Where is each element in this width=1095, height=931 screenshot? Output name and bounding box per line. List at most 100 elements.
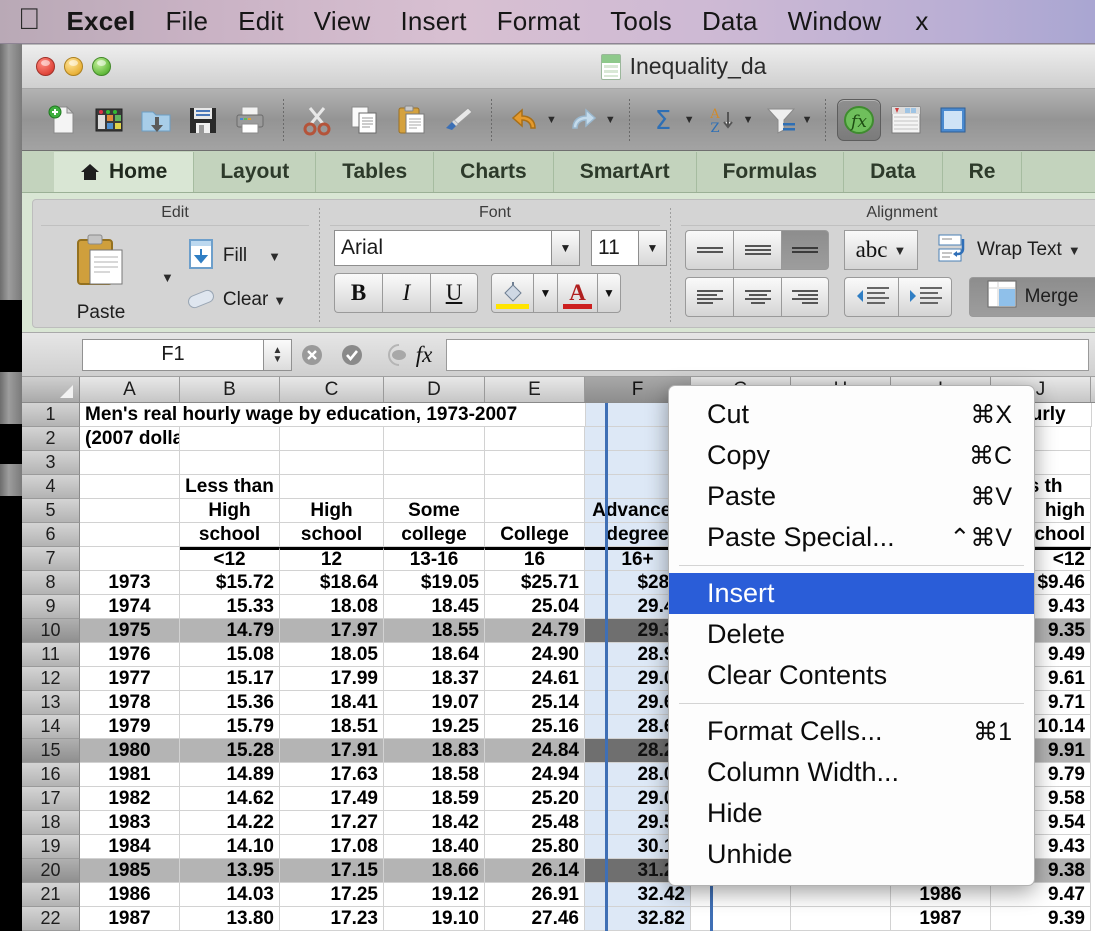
cell-C8[interactable]: $18.64 bbox=[280, 571, 384, 595]
autosum-dropdown-icon[interactable]: ▼ bbox=[684, 114, 695, 126]
cell-a5[interactable] bbox=[80, 499, 180, 523]
copy-icon[interactable] bbox=[342, 98, 386, 142]
apple-logo-icon[interactable]:  bbox=[18, 4, 41, 35]
cell-B12[interactable]: 15.17 bbox=[180, 667, 280, 691]
cell-d6[interactable]: college bbox=[384, 523, 485, 547]
cut-scissors-icon[interactable] bbox=[295, 98, 339, 142]
cell-c6[interactable]: school bbox=[280, 523, 384, 547]
cell-G21[interactable] bbox=[691, 883, 791, 907]
cell-E16[interactable]: 24.94 bbox=[485, 763, 585, 787]
open-folder-icon[interactable] bbox=[134, 98, 178, 142]
media-browser-icon[interactable] bbox=[931, 98, 975, 142]
cell-C9[interactable]: 18.08 bbox=[280, 595, 384, 619]
cell-C17[interactable]: 17.49 bbox=[280, 787, 384, 811]
cell-a2-subtitle[interactable]: (2007 dollars) bbox=[80, 427, 180, 451]
formula-builder-button[interactable]: fx bbox=[372, 342, 446, 368]
align-bottom-button[interactable] bbox=[781, 230, 829, 270]
cell-A20[interactable]: 1985 bbox=[80, 859, 180, 883]
cell-E15[interactable]: 24.84 bbox=[485, 739, 585, 763]
row-header-19[interactable]: 19 bbox=[22, 835, 80, 859]
row-header-5[interactable]: 5 bbox=[22, 499, 80, 523]
cell-B19[interactable]: 14.10 bbox=[180, 835, 280, 859]
clear-control[interactable]: Clear ▼ bbox=[184, 283, 286, 318]
row-header-1[interactable]: 1 bbox=[22, 403, 80, 427]
cancel-x-icon[interactable] bbox=[292, 343, 332, 367]
cell-D16[interactable]: 18.58 bbox=[384, 763, 485, 787]
cell-E18[interactable]: 25.48 bbox=[485, 811, 585, 835]
cell-A8[interactable]: 1973 bbox=[80, 571, 180, 595]
align-center-button[interactable] bbox=[733, 277, 781, 317]
row-header-7[interactable]: 7 bbox=[22, 547, 80, 571]
cell-e6[interactable]: College bbox=[485, 523, 585, 547]
cell-D17[interactable]: 18.59 bbox=[384, 787, 485, 811]
cell-a6[interactable] bbox=[80, 523, 180, 547]
cell-J22[interactable]: 9.39 bbox=[991, 907, 1091, 931]
wrap-text-dropdown-icon[interactable]: ▼ bbox=[1068, 243, 1081, 258]
cell-H22[interactable] bbox=[791, 907, 891, 931]
cell-A22[interactable]: 1987 bbox=[80, 907, 180, 931]
cell-B9[interactable]: 15.33 bbox=[180, 595, 280, 619]
font-color-button[interactable]: A bbox=[557, 273, 597, 313]
undo-icon[interactable] bbox=[503, 98, 547, 142]
cell-D15[interactable]: 18.83 bbox=[384, 739, 485, 763]
cell-d7[interactable]: 13-16 bbox=[384, 547, 485, 571]
cell-b5[interactable]: High bbox=[180, 499, 280, 523]
filter-dropdown-icon[interactable]: ▼ bbox=[802, 114, 813, 126]
cell-d3[interactable] bbox=[384, 451, 485, 475]
tab-charts[interactable]: Charts bbox=[434, 152, 554, 192]
align-right-button[interactable] bbox=[781, 277, 829, 317]
cell-a7[interactable] bbox=[80, 547, 180, 571]
menu-item-window[interactable]: Window bbox=[788, 6, 882, 37]
cell-C14[interactable]: 18.51 bbox=[280, 715, 384, 739]
cell-H21[interactable] bbox=[791, 883, 891, 907]
cell-E10[interactable]: 24.79 bbox=[485, 619, 585, 643]
cell-B10[interactable]: 14.79 bbox=[180, 619, 280, 643]
align-top-button[interactable] bbox=[685, 230, 733, 270]
align-left-button[interactable] bbox=[685, 277, 733, 317]
column-header-e[interactable]: E bbox=[485, 377, 585, 402]
redo-icon[interactable] bbox=[562, 98, 606, 142]
menu-item-file[interactable]: File bbox=[165, 6, 208, 37]
cell-C13[interactable]: 18.41 bbox=[280, 691, 384, 715]
cell-C15[interactable]: 17.91 bbox=[280, 739, 384, 763]
menu-item-format[interactable]: Format bbox=[497, 6, 581, 37]
fill-color-dropdown-icon[interactable]: ▼ bbox=[533, 273, 557, 313]
decrease-indent-button[interactable] bbox=[844, 277, 898, 317]
cell-a1-title[interactable]: Men's real hourly wage by education, 197… bbox=[80, 403, 586, 427]
row-header-12[interactable]: 12 bbox=[22, 667, 80, 691]
column-header-c[interactable]: C bbox=[280, 377, 384, 402]
cell-C19[interactable]: 17.08 bbox=[280, 835, 384, 859]
tab-layout[interactable]: Layout bbox=[194, 152, 317, 192]
cell-B16[interactable]: 14.89 bbox=[180, 763, 280, 787]
row-header-3[interactable]: 3 bbox=[22, 451, 80, 475]
cell-B20[interactable]: 13.95 bbox=[180, 859, 280, 883]
filter-icon[interactable] bbox=[759, 98, 803, 142]
row-header-10[interactable]: 10 bbox=[22, 619, 80, 643]
cell-E11[interactable]: 24.90 bbox=[485, 643, 585, 667]
new-from-template-icon[interactable] bbox=[87, 98, 131, 142]
cell-a3[interactable] bbox=[80, 451, 180, 475]
cell-D10[interactable]: 18.55 bbox=[384, 619, 485, 643]
cell-b6[interactable]: school bbox=[180, 523, 280, 547]
context-menu-item-column-width[interactable]: Column Width... bbox=[669, 752, 1034, 793]
row-header-21[interactable]: 21 bbox=[22, 883, 80, 907]
menu-extra-icon[interactable]: x bbox=[915, 6, 928, 37]
cell-a4[interactable] bbox=[80, 475, 180, 499]
cell-D11[interactable]: 18.64 bbox=[384, 643, 485, 667]
cell-C16[interactable]: 17.63 bbox=[280, 763, 384, 787]
menu-item-edit[interactable]: Edit bbox=[238, 6, 284, 37]
row-header-14[interactable]: 14 bbox=[22, 715, 80, 739]
cell-E17[interactable]: 25.20 bbox=[485, 787, 585, 811]
row-header-17[interactable]: 17 bbox=[22, 787, 80, 811]
context-menu-item-clear-contents[interactable]: Clear Contents bbox=[669, 655, 1034, 696]
new-document-icon[interactable] bbox=[40, 98, 84, 142]
save-icon[interactable] bbox=[181, 98, 225, 142]
row-header-2[interactable]: 2 bbox=[22, 427, 80, 451]
redo-dropdown-icon[interactable]: ▼ bbox=[605, 114, 616, 126]
cell-D8[interactable]: $19.05 bbox=[384, 571, 485, 595]
cell-I22[interactable]: 1987 bbox=[891, 907, 991, 931]
cell-b2[interactable] bbox=[180, 427, 280, 451]
cell-D9[interactable]: 18.45 bbox=[384, 595, 485, 619]
sort-az-icon[interactable]: AZ bbox=[700, 98, 744, 142]
tab-review[interactable]: Re bbox=[942, 152, 1023, 192]
